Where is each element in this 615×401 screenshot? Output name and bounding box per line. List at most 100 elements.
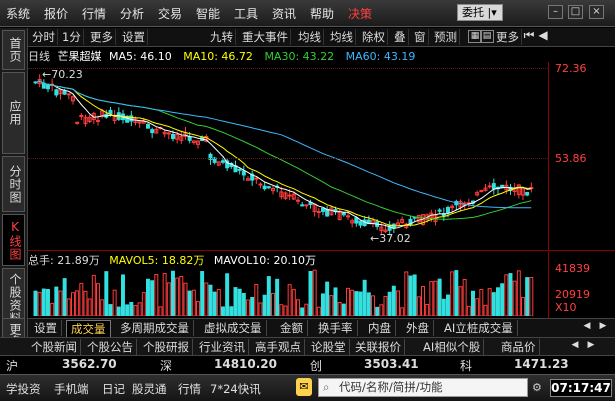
tab-multi-period-volume[interactable]: 多周期成交量 [116,320,194,336]
tab-intraday[interactable]: 分时图 [2,156,25,212]
toolbar-window-button[interactable]: 窗 [412,29,429,45]
candle-body [341,212,346,216]
status-flash-news[interactable]: 7*24快讯 [210,381,261,397]
volume-bar [354,291,359,316]
bell-icon[interactable]: ✉ [296,378,312,396]
scroll-left-icon[interactable]: ◀ [568,340,582,353]
candle-body [316,211,321,214]
volume-bar [187,290,192,316]
tab-volume[interactable]: 成交量 [66,320,111,338]
index-kc-name[interactable]: 科 [460,357,472,374]
status-learn-invest[interactable]: 学投资 [6,381,41,397]
toolbar-more-button[interactable]: 更多 [88,29,116,45]
menu-smart[interactable]: 智能 [196,5,220,22]
candle-body [187,136,192,141]
volume-bar [466,305,471,316]
status-diary[interactable]: 日记 [102,381,125,397]
prev-icon[interactable]: ◀ [536,29,550,43]
menu-market[interactable]: 行情 [82,5,106,22]
index-sh-name[interactable]: 沪 [6,357,18,374]
tab-related-quotes[interactable]: 关联报价 [352,339,405,355]
maximize-button[interactable]: □ [568,5,583,19]
close-button[interactable]: × [589,5,604,19]
first-page-icon[interactable]: ⏮ [522,29,536,43]
minimize-button[interactable]: – [548,5,563,19]
tab-stock-research[interactable]: 个股研报 [140,339,193,355]
volume-bar [54,286,59,316]
tab-expert-views[interactable]: 高手观点 [252,339,305,355]
toolbar-ma2-button[interactable]: 均线 [328,29,356,45]
settings-icon[interactable]: ⚙ [532,381,542,394]
volume-bar [287,284,292,316]
toolbar-more2-button[interactable]: 更多 [494,29,522,45]
volume-bar [429,281,434,316]
menu-decision[interactable]: 决策 [348,5,372,22]
volume-bar [437,278,442,316]
volume-bar [383,296,388,316]
tab-stock-news[interactable]: 个股新闻 [28,339,81,355]
menu-trade[interactable]: 交易 [158,5,182,22]
toolbar-major-events-button[interactable]: 重大事件 [240,29,291,45]
volume-bar [179,275,184,316]
toolbar-settings-button[interactable]: 设置 [120,29,148,45]
candle-body [146,123,150,129]
menu-quote[interactable]: 报价 [44,5,68,22]
tab-indicator-settings[interactable]: 设置 [30,320,62,336]
scroll-right-icon[interactable]: ▶ [596,321,610,334]
tab-ai-similar[interactable]: AI相似个股 [420,339,485,355]
menu-news[interactable]: 资讯 [272,5,296,22]
toolbar-ma-button[interactable]: 均线 [296,29,324,45]
tab-industry-news[interactable]: 行业资讯 [196,339,249,355]
tab-stock-announcement[interactable]: 个股公告 [84,339,137,355]
volume-bar [121,274,125,316]
volume-bar [375,306,380,316]
delegate-dropdown[interactable]: 委托 |▾ [457,4,503,21]
toolbar-intraday-button[interactable]: 分时 [30,29,58,45]
toolbar-exright-button[interactable]: 除权 [360,29,388,45]
layout-icon[interactable]: ▤ [480,30,494,43]
volume-bar [100,299,105,316]
candle-body [54,89,59,96]
menu-analysis[interactable]: 分析 [120,5,144,22]
menu-system[interactable]: 系统 [6,5,30,22]
tab-home[interactable]: 首页 [2,30,25,70]
index-cy-name[interactable]: 创 [310,357,322,374]
menu-help[interactable]: 帮助 [310,5,334,22]
volume-bar [204,282,209,316]
tab-ai-volume[interactable]: AI立桩成交量 [440,320,518,336]
scroll-left-icon[interactable]: ◀ [580,321,594,334]
tab-stock-forum[interactable]: 论股堂 [308,339,350,355]
volume-bar [521,296,525,316]
status-mobile[interactable]: 手机端 [54,381,89,397]
candlestick-chart[interactable] [28,62,548,250]
toolbar-nine-turn-button[interactable]: 九转 [208,29,236,45]
tab-commodity[interactable]: 商品价 [498,339,540,355]
tab-turnover[interactable]: 换手率 [314,320,358,336]
status-stock-tong[interactable]: 股灵通 [132,381,167,397]
volume-bar [433,280,438,316]
volume-chart[interactable] [28,264,548,316]
tab-virtual-volume[interactable]: 虚拟成交量 [200,320,267,336]
index-sz-name[interactable]: 深 [160,357,172,374]
tab-apps[interactable]: 应用 [2,72,25,154]
volume-axis-top: 41839 [555,262,590,275]
tab-outer[interactable]: 外盘 [402,320,434,336]
volume-bar [83,290,88,316]
status-quotes[interactable]: 行情 [178,381,201,397]
candle-body [221,160,225,163]
candle-body [525,191,530,196]
index-bar: 沪 3562.70 深 14810.20 创 3503.41 科 1471.23 [0,355,615,374]
tab-amount[interactable]: 金额 [276,320,308,336]
tab-kline[interactable]: K线图 [2,214,25,266]
toolbar-overlay-button[interactable]: 叠 [392,29,409,45]
search-input[interactable]: ⌕ 代码/名称/简拼/功能 [318,378,528,397]
toolbar-forecast-button[interactable]: 预测 [432,29,460,45]
index-cy-value: 3503.41 [364,357,419,371]
menu-tools[interactable]: 工具 [234,5,258,22]
price-axis-mid: 53.86 [555,152,587,165]
volume-bar [337,302,342,316]
tab-inner[interactable]: 内盘 [364,320,396,336]
toolbar-1min-button[interactable]: 1分 [60,29,84,45]
volume-bar [400,307,405,316]
scroll-right-icon[interactable]: ▶ [584,340,598,353]
